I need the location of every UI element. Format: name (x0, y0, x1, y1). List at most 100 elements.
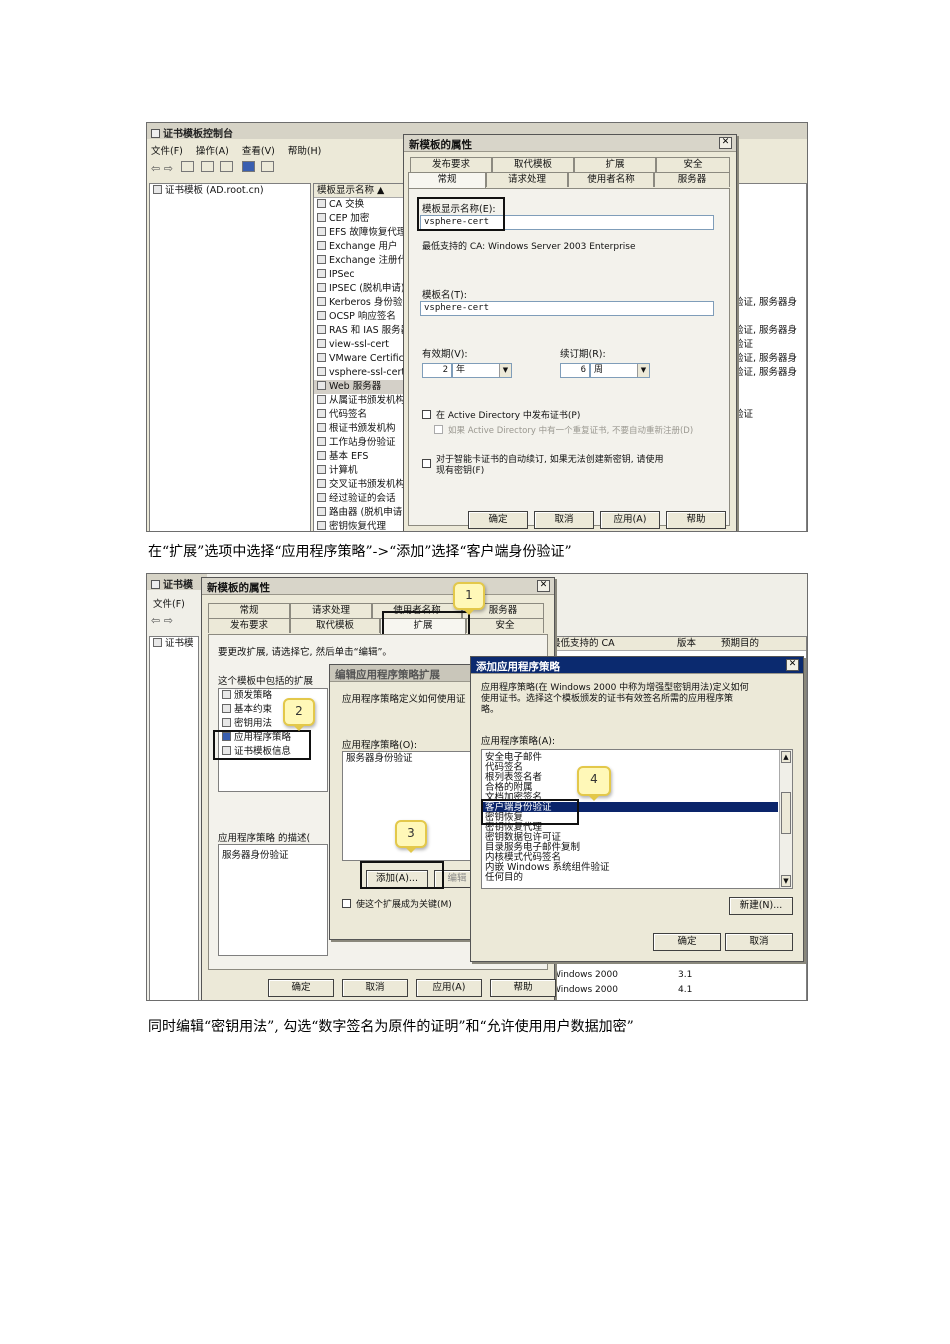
ok-button[interactable]: 确定 (468, 511, 528, 529)
template-name-field[interactable]: vsphere-cert (420, 301, 714, 316)
make-critical-checkbox[interactable]: 使这个扩展成为关键(M) (342, 897, 452, 910)
tree-root-2[interactable]: 证书模 (150, 637, 198, 651)
tab-issuance-requirements[interactable]: 发布要求 (410, 157, 492, 172)
tab-security[interactable]: 安全 (656, 157, 730, 172)
template-row[interactable]: CA 交换 (314, 198, 414, 212)
template-row[interactable]: 计算机 (314, 464, 414, 478)
smartcard-renew-checkbox[interactable]: 对于智能卡证书的自动续订, 如果无法创建新密钥, 请使用 现有密钥(F) (422, 455, 722, 477)
cancel-button[interactable]: 取消 (534, 511, 594, 529)
tab-general[interactable]: 常规 (208, 603, 290, 618)
tab-extensions[interactable]: 扩展 (574, 157, 656, 172)
export-icon[interactable] (220, 161, 234, 172)
template-row[interactable]: 经过验证的会话 (314, 492, 414, 506)
template-row[interactable]: view-ssl-cert (314, 338, 414, 352)
new-policy-button[interactable]: 新建(N)... (729, 897, 793, 915)
back-arrow-icon[interactable]: ⇦ (151, 162, 160, 175)
policy-item[interactable]: 密钥数据包许可证 (482, 832, 778, 843)
help-button[interactable]: 帮助 (666, 511, 726, 529)
chevron-down-icon[interactable]: ▼ (499, 364, 511, 377)
publish-ad-checkbox[interactable]: 在 Active Directory 中发布证书(P) (422, 408, 580, 421)
template-row[interactable]: IPSec (314, 268, 414, 282)
tab-superseded-templates[interactable]: 取代模板 (290, 618, 380, 633)
no-reenroll-checkbox[interactable]: 如果 Active Directory 中有一个重复证书, 不要自动重新注册(D… (434, 425, 726, 437)
template-row[interactable]: CEP 加密 (314, 212, 414, 226)
template-row[interactable]: Web 服务器 (314, 380, 414, 394)
properties-icon[interactable] (261, 161, 275, 172)
renewal-period-value[interactable]: 6 (560, 363, 590, 378)
help-button[interactable]: 帮助 (490, 979, 556, 997)
renewal-period-unit[interactable]: 周 ▼ (590, 363, 650, 378)
policy-item[interactable]: 内核模式代码签名 (482, 852, 778, 863)
close-icon[interactable]: ✕ (786, 659, 799, 671)
chevron-down-icon[interactable]: ▼ (637, 364, 649, 377)
policy-item[interactable]: 内嵌 Windows 系统组件验证 (482, 862, 778, 873)
back-arrow-icon[interactable]: ⇦ (151, 614, 160, 627)
tab-request-handling[interactable]: 请求处理 (290, 603, 372, 618)
template-row[interactable]: RAS 和 IAS 服务器 (314, 324, 414, 338)
template-row[interactable]: 交叉证书颁发机构 (314, 478, 414, 492)
tree-root[interactable]: 证书模板 (AD.root.cn) (150, 184, 310, 198)
menu-file-2[interactable]: 文件(F) (153, 596, 185, 610)
scroll-down-icon[interactable]: ▼ (781, 875, 791, 887)
policy-item[interactable]: 根列表签名者 (482, 772, 778, 783)
close-icon[interactable]: ✕ (537, 580, 550, 592)
template-row[interactable]: IPSEC (脱机申请) (314, 282, 414, 296)
policy-server-authentication[interactable]: 服务器身份验证 (343, 752, 475, 766)
tab-superseded-templates[interactable]: 取代模板 (492, 157, 574, 172)
tab-general[interactable]: 常规 (408, 172, 486, 189)
policy-item[interactable]: 目录服务电子邮件复制 (482, 842, 778, 853)
policy-item[interactable]: 任何目的 (482, 872, 778, 883)
tab-security[interactable]: 安全 (466, 618, 544, 633)
close-icon[interactable]: ✕ (719, 137, 732, 149)
list-view-icon[interactable] (200, 161, 214, 172)
template-row[interactable]: EFS 故障恢复代理 (314, 226, 414, 240)
ok-button[interactable]: 确定 (268, 979, 334, 997)
template-row[interactable]: 工作站身份验证 (314, 436, 414, 450)
template-row[interactable]: 基本 EFS (314, 450, 414, 464)
tab-subject-name[interactable]: 使用者名称 (568, 172, 654, 187)
checkbox-icon[interactable] (434, 425, 443, 434)
template-row[interactable]: VMware Certificate (314, 352, 419, 366)
menu-action[interactable]: 操作(A) (196, 146, 229, 157)
template-row[interactable]: 代码签名 (314, 408, 414, 422)
template-row[interactable]: Exchange 用户 (314, 240, 414, 254)
checkbox-icon[interactable] (342, 899, 351, 908)
policy-scrollbar[interactable]: ▲ ▼ (779, 750, 792, 888)
forward-arrow-icon[interactable]: ⇨ (164, 614, 173, 627)
policy-item[interactable]: 安全电子邮件 (482, 752, 778, 763)
template-row[interactable]: 从属证书颁发机构 (314, 394, 414, 408)
apply-button[interactable]: 应用(A) (416, 979, 482, 997)
scroll-up-icon[interactable]: ▲ (781, 751, 791, 763)
cancel-button[interactable]: 取消 (342, 979, 408, 997)
column-header-version[interactable]: 版本 (674, 637, 718, 651)
template-row[interactable]: 根证书颁发机构 (314, 422, 414, 436)
template-row[interactable]: 密钥恢复代理 (314, 520, 414, 531)
template-row[interactable]: vsphere-ssl-cert (314, 366, 414, 380)
menu-view[interactable]: 查看(V) (242, 146, 275, 157)
checkbox-icon[interactable] (422, 459, 431, 468)
template-row[interactable]: Exchange 注册代理 (314, 254, 416, 268)
menu-file[interactable]: 文件(F) (151, 146, 183, 157)
scroll-thumb[interactable] (781, 792, 791, 834)
up-folder-icon[interactable] (181, 161, 195, 172)
template-row[interactable]: 路由器 (脱机申请) (314, 506, 414, 520)
forward-arrow-icon[interactable]: ⇨ (164, 162, 173, 175)
tab-server[interactable]: 服务器 (654, 172, 730, 187)
column-header-min-ca[interactable]: 最低支持的 CA (548, 637, 674, 651)
template-row[interactable]: Kerberos 身份验证 (314, 296, 414, 310)
validity-period-unit[interactable]: 年 ▼ (452, 363, 512, 378)
menu-help[interactable]: 帮助(H) (288, 146, 322, 157)
column-header-purpose[interactable]: 预期目的 (718, 637, 806, 651)
tab-request-handling[interactable]: 请求处理 (486, 172, 568, 187)
template-row[interactable]: OCSP 响应签名 (314, 310, 414, 324)
add-ok-button[interactable]: 确定 (653, 933, 721, 951)
checkbox-icon[interactable] (422, 410, 431, 419)
apply-button[interactable]: 应用(A) (600, 511, 660, 529)
help-icon[interactable] (241, 161, 255, 172)
add-cancel-button[interactable]: 取消 (725, 933, 793, 951)
tab-issuance-requirements[interactable]: 发布要求 (208, 618, 290, 633)
policy-item[interactable]: 合格的附属 (482, 782, 778, 793)
validity-period-value[interactable]: 2 (422, 363, 452, 378)
column-header-name[interactable]: 模板显示名称 ▲ (314, 184, 408, 198)
policy-item[interactable]: 代码签名 (482, 762, 778, 773)
